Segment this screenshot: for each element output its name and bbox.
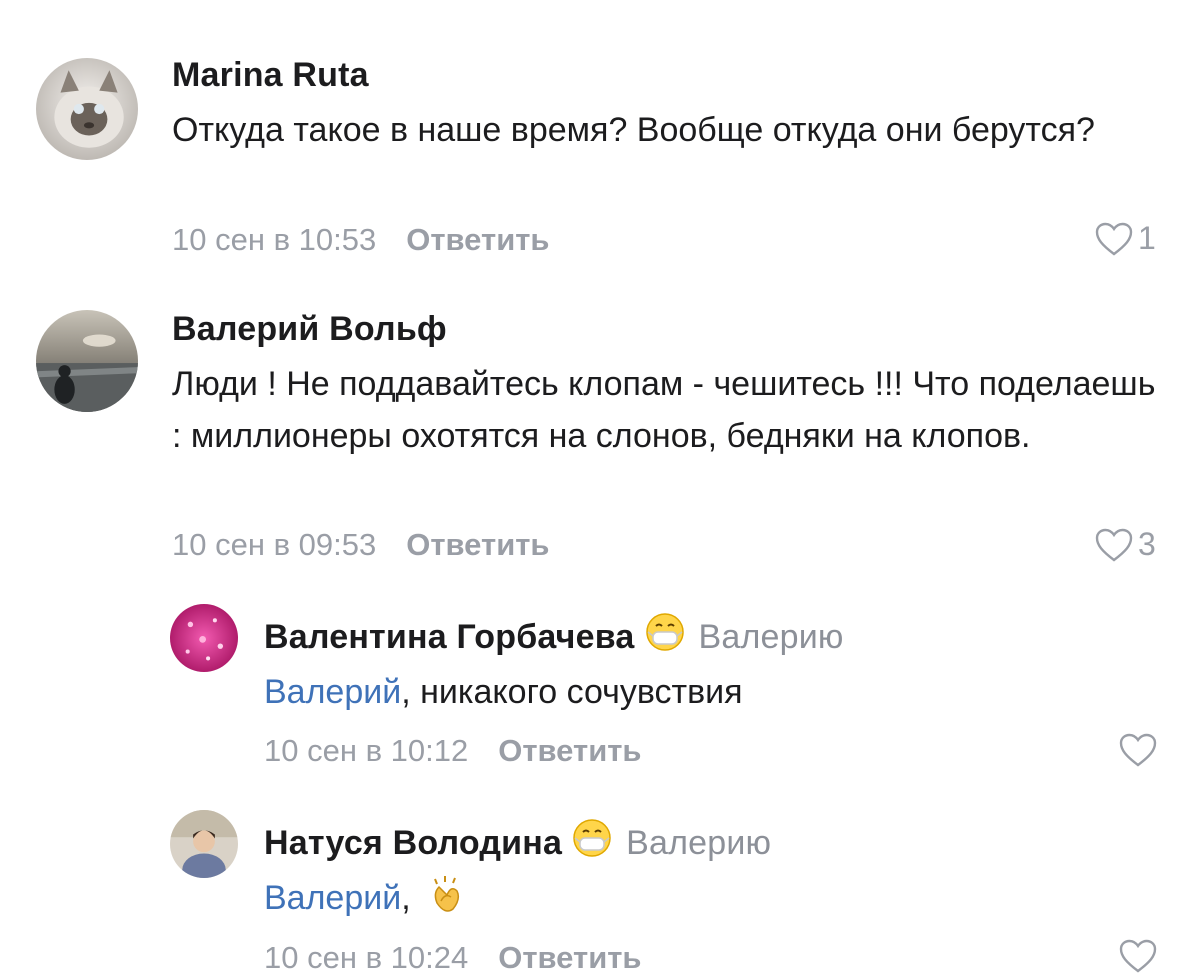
reply-author-line: Натуся Володина Валерию xyxy=(264,818,771,867)
face-with-medical-mask-emoji xyxy=(572,818,612,867)
reply-message: , xyxy=(401,879,411,917)
reply-author[interactable]: Натуся Володина xyxy=(264,824,562,862)
reply-to-label[interactable]: Валерию xyxy=(626,824,771,862)
reply-button[interactable]: Ответить xyxy=(498,940,641,975)
avatar[interactable] xyxy=(170,810,238,878)
mention-link[interactable]: Валерий xyxy=(264,879,401,917)
comment-thread: Marina Ruta Откуда такое в наше время? В… xyxy=(0,0,1200,980)
reply: Натуся Володина Валерию Валерий, 10 сен … xyxy=(0,0,1200,980)
reply-text: Валерий, xyxy=(264,872,1164,932)
like-button[interactable] xyxy=(1118,938,1158,974)
reply-meta: 10 сен в 10:24 Ответить xyxy=(264,940,642,976)
clapping-hands-emoji xyxy=(425,873,469,932)
reply-date: 10 сен в 10:24 xyxy=(264,940,469,975)
heart-outline-icon xyxy=(1118,938,1158,974)
portrait-photo-avatar xyxy=(170,810,238,878)
